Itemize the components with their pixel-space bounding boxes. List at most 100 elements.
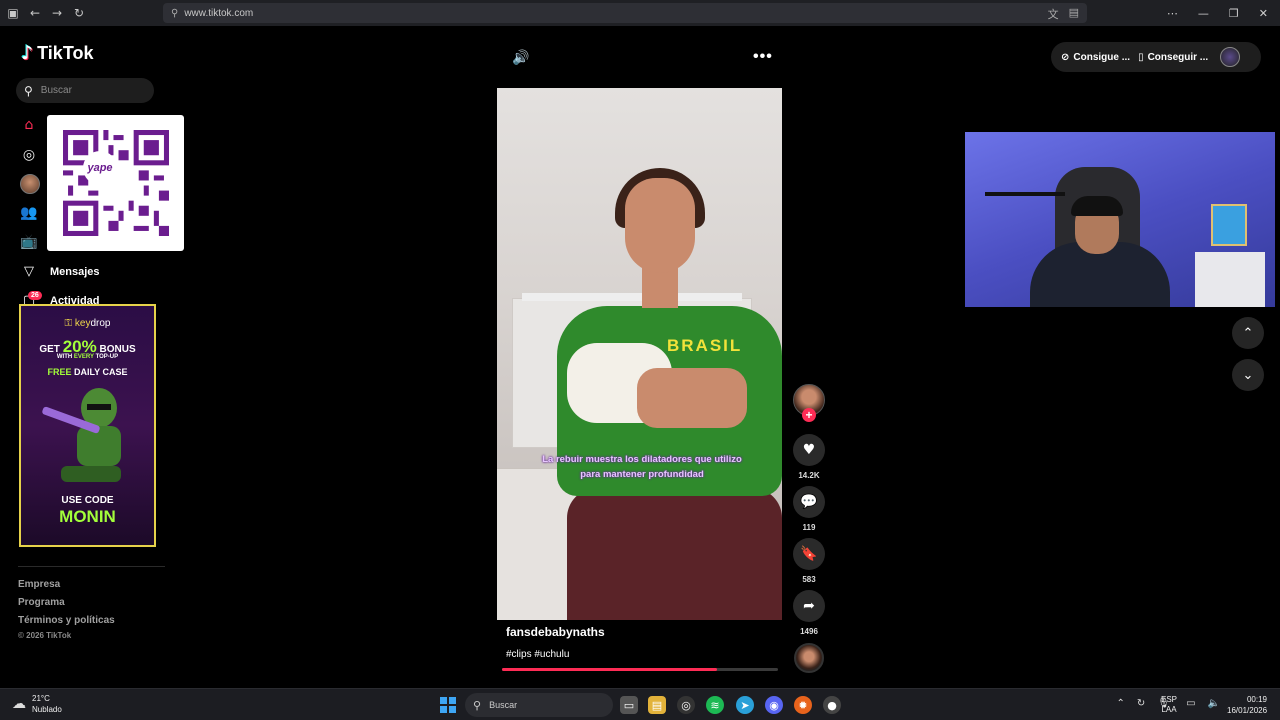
layout-code: LAA — [1161, 705, 1177, 714]
get-coins-button[interactable]: ⊘ Consigue ... — [1061, 52, 1130, 63]
webcam-poster — [1211, 204, 1247, 246]
ad-character-illustration — [42, 388, 121, 482]
maximize-icon[interactable]: ❐ — [1229, 7, 1239, 20]
tiktok-note-icon: ♪ — [21, 42, 34, 64]
more-options-icon[interactable]: ••• — [753, 48, 773, 66]
webcam-mic-arm — [985, 192, 1065, 196]
language-code: ESP — [1161, 695, 1178, 704]
next-video-chevron-down-icon[interactable]: ⌄ — [1232, 359, 1264, 391]
windows-taskbar: ☁ 21°C Nublado ⚲ Buscar ▭ ▤ ◎ ≋ ➤ ◉ ✹ ● … — [0, 688, 1280, 720]
webcam-person-hat — [1071, 196, 1123, 216]
comment-icon[interactable]: 💬 — [793, 486, 825, 518]
ad-line3-a: FREE — [47, 367, 72, 377]
tray-chevron-icon[interactable]: ⌃ — [1117, 698, 1125, 709]
forward-icon[interactable]: → — [46, 0, 68, 26]
phone-icon: ▯ — [1138, 51, 1144, 63]
ad-line2-pre: WITH — [56, 354, 73, 360]
firefox-icon[interactable]: ✹ — [794, 696, 812, 714]
home-icon[interactable]: ⌂ — [20, 116, 38, 134]
browser-menu-icon[interactable]: ⋯ — [1167, 7, 1178, 20]
obs-icon[interactable]: ● — [823, 696, 841, 714]
ad-brand: ⚿ keydrop — [21, 318, 154, 329]
share-arrow-icon[interactable]: ➦ — [793, 590, 825, 622]
cloud-icon: ☁ — [12, 696, 26, 712]
address-url: www.tiktok.com — [184, 7, 254, 19]
tiktok-logo[interactable]: ♪ TikTok — [21, 42, 94, 64]
reload-icon[interactable]: ↻ — [68, 0, 90, 26]
footer-link-terms[interactable]: Términos y políticas — [18, 615, 115, 626]
video-author[interactable]: fansdebabynaths — [506, 625, 605, 639]
video-person-head — [625, 178, 695, 273]
video-progress-fill — [502, 668, 718, 671]
bookmark-icon[interactable]: 🔖 — [793, 538, 825, 570]
previous-video-chevron-up-icon[interactable]: ⌃ — [1232, 317, 1264, 349]
clock-time: 00:19 — [1246, 695, 1267, 704]
keydrop-ad-banner[interactable]: ⚿ keydrop GET 20% BONUS WITH EVERY TOP-U… — [19, 304, 156, 547]
search-box[interactable]: ⚲ — [16, 78, 154, 103]
address-bar[interactable]: ⚲ www.tiktok.com 文 ▤ — [163, 3, 1087, 23]
volume-icon[interactable]: 🔊 — [512, 50, 529, 66]
explore-compass-icon[interactable]: ◎ — [20, 146, 38, 164]
copyright: © 2026 TikTok — [18, 631, 72, 640]
ad-promo-code: MONIN — [59, 507, 116, 526]
task-view-icon[interactable]: ▭ — [620, 696, 638, 714]
music-disc-avatar[interactable] — [794, 643, 824, 673]
tiktok-wordmark: TikTok — [37, 42, 94, 63]
sidebar-item-messages[interactable]: ▽ Mensajes — [20, 264, 100, 279]
clock-date: 16/01/2026 — [1227, 706, 1268, 715]
video-person-pants — [567, 488, 782, 620]
reader-icon[interactable]: ▤ — [1069, 6, 1079, 22]
spotify-icon[interactable]: ≋ — [706, 696, 724, 714]
discord-icon[interactable]: ◉ — [765, 696, 783, 714]
search-input[interactable] — [40, 85, 141, 96]
browser-app-icon[interactable]: ◎ — [677, 696, 695, 714]
yape-qr-overlay: yape — [47, 115, 184, 251]
qr-code-icon — [62, 130, 169, 236]
file-explorer-icon[interactable]: ▤ — [648, 696, 666, 714]
get-app-label: Conseguir ... — [1147, 51, 1209, 63]
weather-widget[interactable]: ☁ 21°C Nublado — [12, 693, 62, 715]
video-shirt-text: BRASIL — [667, 336, 743, 355]
get-app-button[interactable]: ▯ Conseguir ... — [1138, 52, 1208, 63]
translate-icon[interactable]: 文 — [1048, 6, 1059, 22]
search-icon: ⚲ — [24, 83, 33, 98]
site-info-icon[interactable]: ⚲ — [171, 8, 178, 19]
like-heart-icon[interactable]: ♥ — [793, 434, 825, 466]
messages-icon: ▽ — [24, 264, 34, 279]
activity-badge: 26 — [28, 291, 42, 300]
tray-sync-icon[interactable]: ↻ — [1137, 698, 1145, 709]
get-coins-label: Consigue ... — [1073, 51, 1131, 63]
yape-logo: yape — [83, 151, 117, 185]
video-person-arms — [637, 368, 747, 428]
save-count: 583 — [802, 575, 816, 584]
sidebar-divider — [18, 566, 165, 567]
ad-use-code: USE CODE — [61, 495, 114, 506]
back-icon[interactable]: ← — [24, 0, 46, 26]
footer-link-company[interactable]: Empresa — [18, 579, 60, 590]
ad-brand-icon: ⚿ — [64, 318, 75, 329]
follow-plus-icon[interactable]: + — [802, 408, 816, 422]
sidebar-toggle-icon[interactable]: ▣ — [2, 0, 24, 26]
network-icon[interactable]: ▭ — [1186, 698, 1195, 709]
ad-line2-post: TOP-UP — [95, 354, 119, 360]
profile-avatar[interactable] — [1220, 47, 1241, 67]
taskbar-clock[interactable]: 00:19 16/01/2026 — [1227, 694, 1267, 716]
input-language[interactable]: ESP LAA — [1161, 695, 1177, 715]
friends-avatar[interactable] — [20, 174, 40, 194]
video-progress-bar[interactable] — [502, 668, 778, 671]
ad-offer: FREE DAILY CASE — [21, 367, 154, 377]
minimize-icon[interactable]: — — [1198, 7, 1209, 20]
taskbar-search[interactable]: ⚲ Buscar — [465, 693, 613, 717]
live-tv-icon[interactable]: 📺 — [20, 233, 38, 251]
windows-start-icon[interactable] — [440, 697, 456, 713]
speaker-icon[interactable]: 🔈 — [1208, 698, 1220, 709]
webcam-cabinet — [1195, 252, 1265, 307]
video-hashtags[interactable]: #clips #uchulu — [506, 649, 569, 660]
video-player[interactable]: BRASIL La rebuir muestra los dilatadores… — [497, 88, 782, 620]
telegram-icon[interactable]: ➤ — [736, 696, 754, 714]
close-icon[interactable]: ✕ — [1259, 7, 1268, 20]
comment-count: 119 — [802, 523, 816, 532]
coin-icon: ⊘ — [1061, 51, 1070, 63]
footer-link-program[interactable]: Programa — [18, 597, 65, 608]
following-icon[interactable]: 👥 — [20, 204, 38, 222]
